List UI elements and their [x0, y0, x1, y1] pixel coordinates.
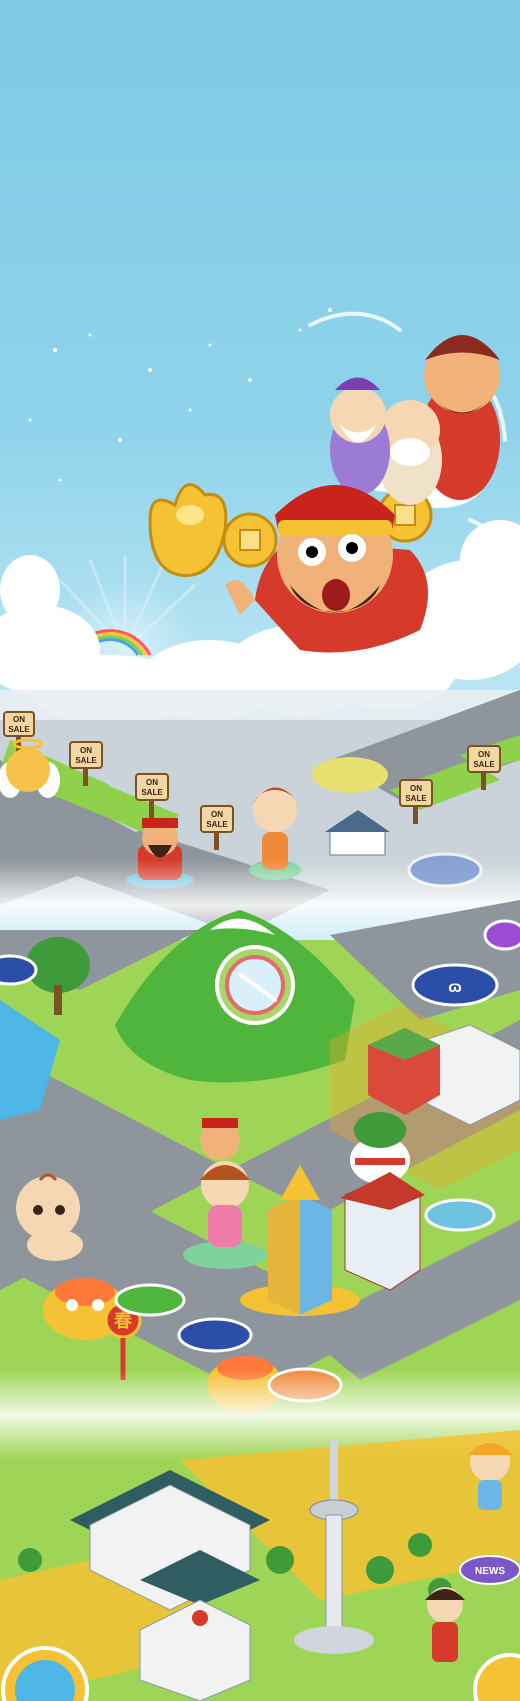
board-tile — [424, 1198, 496, 1232]
on-sale-sign-line1: ON — [13, 715, 25, 724]
on-sale-sign-line1: ON — [478, 750, 490, 759]
on-sale-sign-line2: SALE — [206, 820, 228, 829]
on-sale-sign-line2: SALE — [405, 794, 427, 803]
board-tile — [483, 919, 520, 951]
board-tile: ɷ — [411, 963, 499, 1007]
news-sign-text: NEWS — [475, 1566, 505, 1577]
svg-text:ɷ: ɷ — [448, 979, 462, 996]
radish-ornament — [350, 1112, 410, 1184]
board-tile — [407, 852, 483, 888]
on-sale-sign-line1: ON — [80, 746, 92, 755]
on-sale-sign-line2: SALE — [75, 756, 97, 765]
game-scene: ON SALE ON SALE ON SALE ON SALE ON SALE … — [0, 0, 520, 1701]
on-sale-sign-line2: SALE — [8, 725, 30, 734]
news-sign: NEWS — [459, 1555, 520, 1585]
board-tile — [177, 1317, 253, 1353]
board-tile — [114, 1283, 186, 1317]
gold-coin-icon — [222, 512, 278, 568]
on-sale-sign-line1: ON — [146, 778, 158, 787]
on-sale-sign-line2: SALE — [141, 788, 163, 797]
board-tile — [0, 954, 38, 986]
on-sale-sign-line2: SALE — [473, 760, 495, 769]
on-sale-sign-line1: ON — [410, 784, 422, 793]
flower-bush — [312, 757, 388, 793]
on-sale-sign-line1: ON — [211, 810, 223, 819]
